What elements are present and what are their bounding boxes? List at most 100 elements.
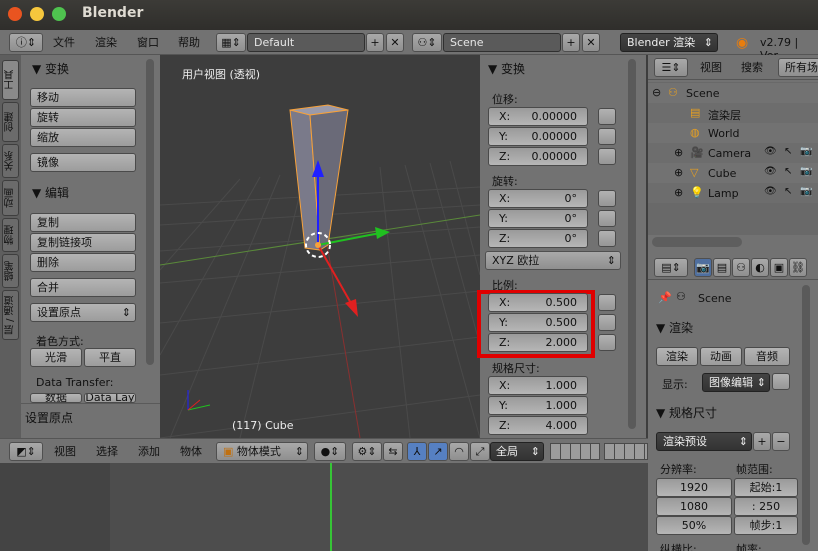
tab-create[interactable]: 创建 bbox=[2, 102, 19, 142]
screen-layout-icon[interactable]: ▦⇕ bbox=[216, 33, 246, 52]
add-screen-button[interactable]: + bbox=[366, 33, 384, 52]
loc-y-lock-icon[interactable] bbox=[598, 128, 616, 145]
menu-render[interactable]: 渲染 bbox=[95, 34, 117, 50]
render-layers-tab-icon[interactable]: ▤ bbox=[713, 258, 731, 277]
tab-grease-pencil[interactable]: 蜡笔 bbox=[2, 254, 19, 288]
tab-relations[interactable]: 关系 bbox=[2, 144, 19, 178]
dimensions-panel-header[interactable]: ▼ 规格尺寸 bbox=[656, 404, 717, 421]
loc-z-lock-icon[interactable] bbox=[598, 148, 616, 165]
pin-icon[interactable]: 📌 bbox=[658, 291, 672, 304]
rot-x-lock-icon[interactable] bbox=[598, 190, 616, 207]
expand-icon[interactable]: ⊖ bbox=[652, 86, 661, 99]
menu-window[interactable]: 窗口 bbox=[137, 34, 159, 50]
tab-physics[interactable]: 物理 bbox=[2, 218, 19, 252]
object-menu[interactable]: 物体 bbox=[180, 443, 202, 459]
delete-button[interactable]: 删除 bbox=[30, 253, 136, 272]
data-layout-button[interactable]: Data Lay bbox=[84, 393, 136, 403]
duplicate-button[interactable]: 复制 bbox=[30, 213, 136, 232]
scale-manipulator-icon[interactable]: ⤢ bbox=[470, 442, 490, 461]
scl-y-field[interactable]: Y: 0.500 bbox=[488, 313, 588, 332]
display-lock-icon[interactable] bbox=[772, 373, 790, 390]
editor-type-info-icon[interactable]: ⓘ⇕ bbox=[9, 33, 43, 52]
render-icon[interactable]: 📷 bbox=[800, 186, 812, 197]
render-button[interactable]: 渲染 bbox=[656, 347, 698, 366]
eye-icon[interactable]: 👁 bbox=[764, 186, 777, 197]
rotation-mode-select[interactable]: XYZ 欧拉 ⇕ bbox=[485, 251, 621, 270]
expand-icon[interactable]: ⊕ bbox=[674, 186, 683, 199]
resolution-x-field[interactable]: 1920 bbox=[656, 478, 732, 497]
gizmo-y[interactable] bbox=[317, 244, 353, 306]
outliner-menu-view[interactable]: 视图 bbox=[700, 59, 722, 75]
scale-button[interactable]: 缩放 bbox=[30, 128, 136, 147]
transform-panel-header[interactable]: ▼ 变换 bbox=[32, 60, 69, 77]
current-frame-marker[interactable] bbox=[330, 463, 332, 551]
outliner-item[interactable]: ⊕ ▽ Cube 👁 ↖ 📷 bbox=[648, 163, 818, 183]
layers-grid-b[interactable] bbox=[604, 443, 648, 460]
add-scene-button[interactable]: + bbox=[562, 33, 580, 52]
manipulator-icon[interactable]: ⅄ bbox=[407, 442, 427, 461]
loc-z-field[interactable]: Z: 0.00000 bbox=[488, 147, 588, 166]
delete-scene-button[interactable]: ✕ bbox=[582, 33, 600, 52]
scene-icon[interactable]: ⚇⇕ bbox=[412, 33, 442, 52]
edit-panel-header[interactable]: ▼ 编辑 bbox=[32, 184, 69, 201]
pivot-point-icon[interactable]: ⚙⇕ bbox=[352, 442, 382, 461]
dim-z-field[interactable]: Z: 4.000 bbox=[488, 416, 588, 435]
nprops-scrollbar[interactable] bbox=[628, 59, 636, 429]
select-menu[interactable]: 选择 bbox=[96, 443, 118, 459]
resolution-y-field[interactable]: 1080 bbox=[656, 497, 732, 516]
shade-smooth-button[interactable]: 光滑 bbox=[30, 348, 82, 367]
outliner-item[interactable]: ◍ World bbox=[648, 123, 818, 143]
world-tab-icon[interactable]: ◐ bbox=[751, 258, 769, 277]
shade-flat-button[interactable]: 平直 bbox=[84, 348, 136, 367]
timeline[interactable] bbox=[0, 463, 648, 551]
scl-x-field[interactable]: X: 0.500 bbox=[488, 293, 588, 312]
loc-x-field[interactable]: X: 0.00000 bbox=[488, 107, 588, 126]
render-icon[interactable]: 📷 bbox=[800, 166, 812, 177]
cursor-icon[interactable]: ↖ bbox=[784, 186, 792, 197]
transform-orientation-select[interactable]: 全局 ⇕ bbox=[490, 442, 544, 461]
scl-z-lock-icon[interactable] bbox=[598, 334, 616, 351]
scl-y-lock-icon[interactable] bbox=[598, 314, 616, 331]
render-tab-icon[interactable]: 📷 bbox=[694, 258, 712, 277]
gizmo-y-arrow[interactable] bbox=[345, 299, 358, 317]
last-operator-header[interactable]: ▼ 设置原点 bbox=[12, 409, 73, 426]
rotate-button[interactable]: 旋转 bbox=[30, 108, 136, 127]
duplicate-linked-button[interactable]: 复制链接项 bbox=[30, 233, 136, 252]
add-preset-button[interactable]: + bbox=[753, 432, 771, 451]
props-editor-icon[interactable]: ▤⇕ bbox=[654, 258, 688, 277]
add-menu[interactable]: 添加 bbox=[138, 443, 160, 459]
constraints-tab-icon[interactable]: ⛓ bbox=[789, 258, 807, 277]
outliner-menu-search[interactable]: 搜索 bbox=[741, 59, 763, 75]
screen-name-field[interactable]: Default bbox=[247, 33, 365, 52]
menu-file[interactable]: 文件 bbox=[53, 34, 75, 50]
eye-icon[interactable]: 👁 bbox=[764, 166, 777, 177]
view-menu[interactable]: 视图 bbox=[54, 443, 76, 459]
data-button[interactable]: 数据 bbox=[30, 393, 82, 403]
frame-start-field[interactable]: 起始:1 bbox=[734, 478, 798, 497]
cursor-icon[interactable]: ↖ bbox=[784, 166, 792, 177]
3d-editor-type-icon[interactable]: ◩⇕ bbox=[9, 442, 43, 461]
layers-grid-a[interactable] bbox=[550, 443, 600, 460]
outliner-editor-icon[interactable]: ☰⇕ bbox=[654, 58, 688, 77]
scl-x-lock-icon[interactable] bbox=[598, 294, 616, 311]
tab-tools[interactable]: 工具 bbox=[2, 60, 19, 100]
audio-button[interactable]: 音频 bbox=[744, 347, 790, 366]
maximize-window-icon[interactable] bbox=[52, 7, 66, 21]
eye-icon[interactable]: 👁 bbox=[764, 146, 777, 157]
minimize-window-icon[interactable] bbox=[30, 7, 44, 21]
set-origin-select[interactable]: 设置原点 ⇕ bbox=[30, 303, 136, 322]
animation-button[interactable]: 动画 bbox=[700, 347, 742, 366]
render-engine-select[interactable]: Blender 渲染 ⇕ bbox=[620, 33, 718, 52]
manipulator-toggle-icon[interactable]: ⇆ bbox=[383, 442, 403, 461]
outliner-display-select[interactable]: 所有场 bbox=[778, 58, 818, 77]
mirror-button[interactable]: 镜像 bbox=[30, 153, 136, 172]
render-panel-header[interactable]: ▼ 渲染 bbox=[656, 319, 693, 336]
frame-end-field[interactable]: : 250 bbox=[734, 497, 798, 516]
menu-help[interactable]: 帮助 bbox=[178, 34, 200, 50]
props-scrollbar[interactable] bbox=[802, 285, 810, 545]
mode-select[interactable]: ▣ 物体模式 ⇕ bbox=[216, 442, 308, 461]
loc-x-lock-icon[interactable] bbox=[598, 108, 616, 125]
join-button[interactable]: 合并 bbox=[30, 278, 136, 297]
object-tab-icon[interactable]: ▣ bbox=[770, 258, 788, 277]
scene-tab-icon[interactable]: ⚇ bbox=[732, 258, 750, 277]
